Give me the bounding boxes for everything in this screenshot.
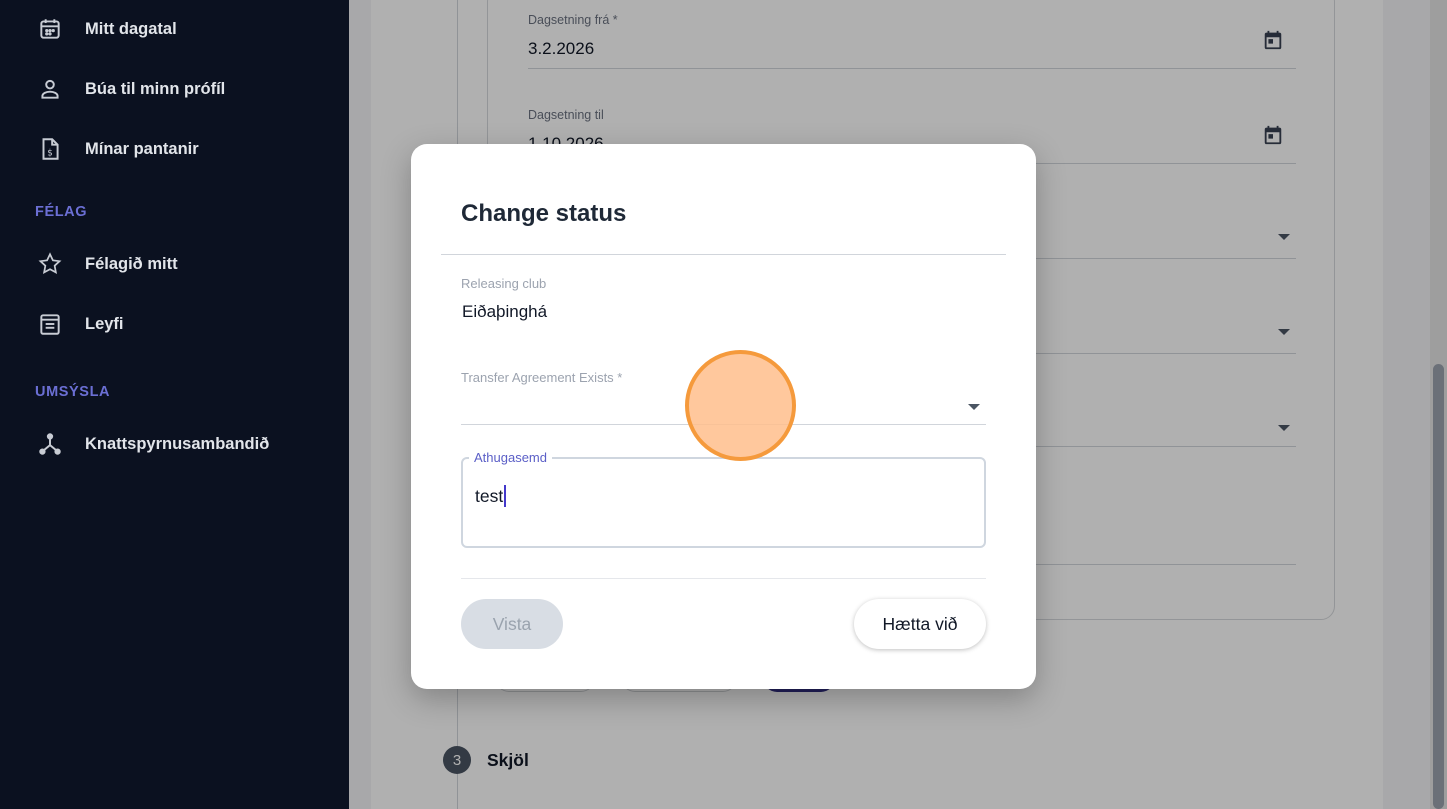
sidebar-item-my-calendar[interactable]: Mitt dagatal xyxy=(0,5,349,53)
comment-label: Athugasemd xyxy=(469,450,552,465)
invoice-icon: $ xyxy=(36,135,64,163)
sidebar-item-label: Mitt dagatal xyxy=(85,19,177,38)
sidebar-item-my-orders[interactable]: $ Mínar pantanir xyxy=(0,125,349,173)
svg-text:$: $ xyxy=(47,149,53,159)
sidebar-item-label: Búa til minn prófíl xyxy=(85,79,226,98)
footer-divider xyxy=(461,578,986,579)
sidebar-item-create-profile[interactable]: Búa til minn prófíl xyxy=(0,65,349,113)
releasing-club-value: Eiðaþinghá xyxy=(462,302,548,321)
comment-value[interactable]: test xyxy=(475,485,506,507)
section-title-admin: UMSÝSLA xyxy=(35,384,111,400)
star-icon xyxy=(36,250,64,278)
dialog-title: Change status xyxy=(461,200,627,227)
sidebar-item-label: Knattspyrnusambandið xyxy=(85,434,270,453)
click-indicator xyxy=(685,350,796,461)
person-icon xyxy=(36,75,64,103)
text-cursor xyxy=(504,485,506,507)
sidebar-item-label: Leyfi xyxy=(85,314,124,333)
sidebar-item-licenses[interactable]: Leyfi xyxy=(0,300,349,348)
comment-textarea[interactable] xyxy=(461,457,986,548)
hierarchy-icon xyxy=(36,430,64,458)
cancel-button[interactable]: Hætta við xyxy=(854,599,986,649)
calendar-icon xyxy=(36,15,64,43)
save-button[interactable]: Vista xyxy=(461,599,563,649)
comment-text: test xyxy=(475,485,504,506)
sidebar-item-my-club[interactable]: Félagið mitt xyxy=(0,240,349,288)
sidebar-item-label: Félagið mitt xyxy=(85,254,178,273)
sidebar-item-label: Mínar pantanir xyxy=(85,139,199,158)
chevron-down-icon[interactable] xyxy=(968,404,980,410)
sidebar-item-federation[interactable]: Knattspyrnusambandið xyxy=(0,420,349,468)
dialog-divider xyxy=(441,254,1006,255)
section-title-club: FÉLAG xyxy=(35,204,88,220)
transfer-agreement-label: Transfer Agreement Exists * xyxy=(461,370,623,385)
sidebar: Mitt dagatal Búa til minn prófíl $ Mínar… xyxy=(0,0,349,809)
list-document-icon xyxy=(36,310,64,338)
releasing-club-label: Releasing club xyxy=(461,276,547,291)
